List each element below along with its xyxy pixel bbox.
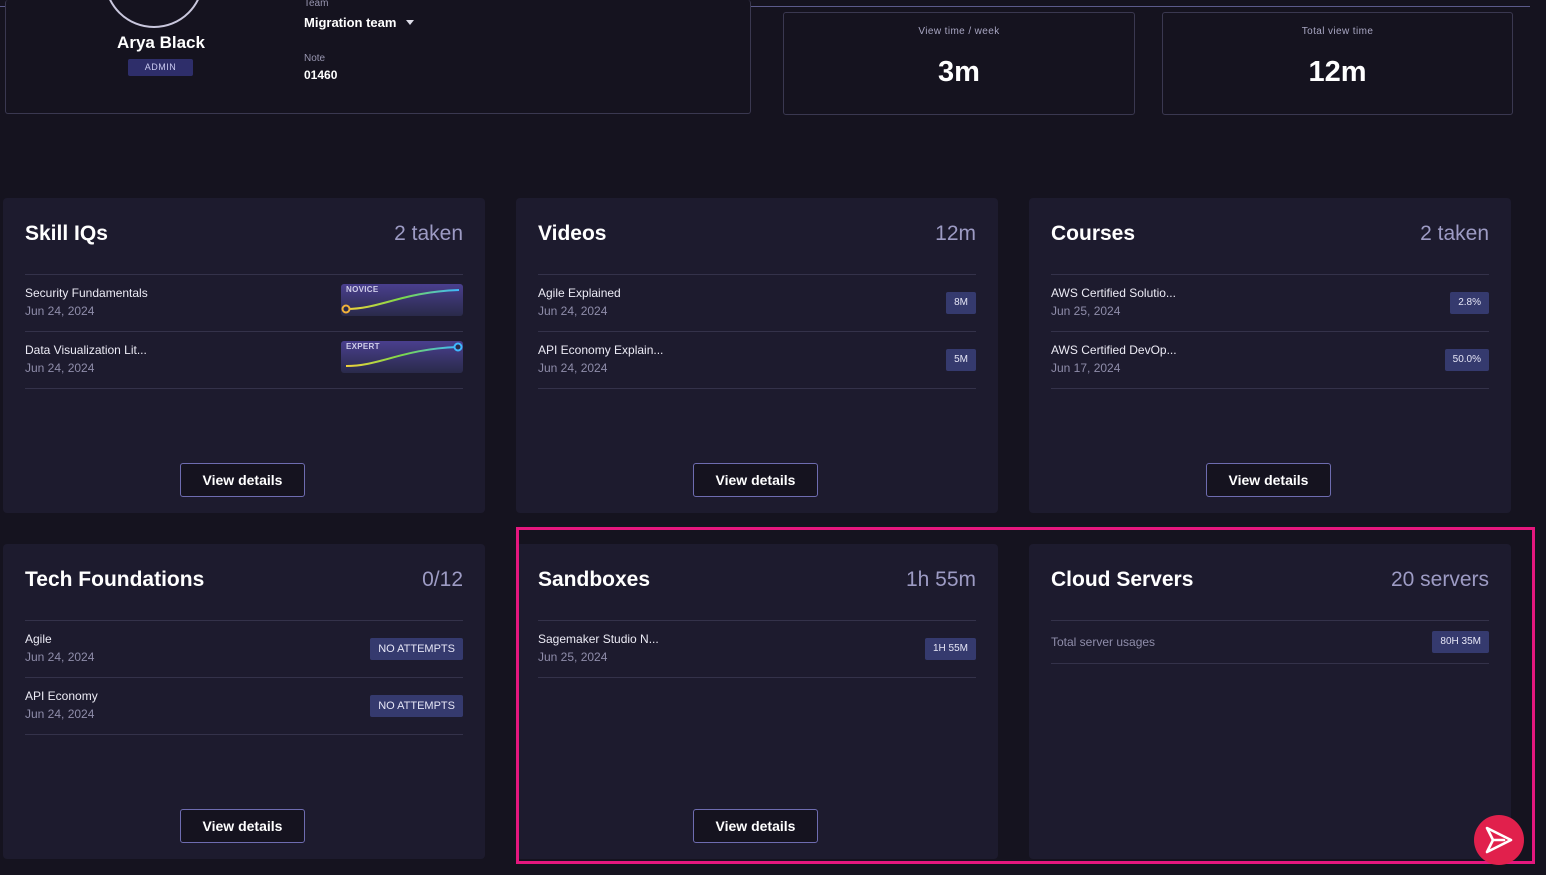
list-item[interactable]: AWS Certified DevOp... Jun 17, 2024 50.0… — [1051, 332, 1489, 389]
stat-view-time-week: View time / week 3m — [783, 12, 1135, 115]
status-badge: NO ATTEMPTS — [370, 695, 463, 717]
skill-iqs-card: Skill IQs 2 taken Security Fundamentals … — [3, 198, 485, 513]
item-name: Security Fundamentals — [25, 286, 148, 300]
view-details-button[interactable]: View details — [693, 809, 818, 843]
item-name: Data Visualization Lit... — [25, 343, 147, 357]
item-name: AWS Certified DevOp... — [1051, 343, 1177, 357]
profile-panel: Arya Black ADMIN Team Migration team Not… — [5, 0, 751, 114]
progress-badge: 2.8% — [1450, 292, 1489, 314]
list-item[interactable]: Data Visualization Lit... Jun 24, 2024 E… — [25, 332, 463, 389]
sandboxes-card: Sandboxes 1h 55m Sagemaker Studio N... J… — [516, 544, 998, 859]
card-summary: 2 taken — [1420, 222, 1489, 245]
card-title: Courses — [1051, 222, 1136, 245]
usage-label: Total server usages — [1051, 635, 1156, 649]
skill-level-chart: EXPERT — [341, 341, 463, 373]
tech-foundations-card: Tech Foundations 0/12 Agile Jun 24, 2024… — [3, 544, 485, 859]
card-title: Sandboxes — [538, 568, 651, 591]
view-details-button[interactable]: View details — [693, 463, 818, 497]
item-date: Jun 24, 2024 — [25, 707, 95, 721]
item-date: Jun 17, 2024 — [1051, 361, 1121, 375]
stat-label: Total view time — [1301, 26, 1374, 37]
skill-level-chart: NOVICE — [341, 284, 463, 316]
progress-badge: 50.0% — [1444, 349, 1489, 371]
usage-badge: 80H 35M — [1432, 631, 1489, 653]
item-name: API Economy — [25, 689, 98, 703]
view-details-button[interactable]: View details — [180, 809, 305, 843]
user-name: Arya Black — [117, 33, 205, 52]
list-item[interactable]: API Economy Explain... Jun 24, 2024 5M — [538, 332, 976, 389]
note-value: 01460 — [304, 68, 338, 82]
duration-badge: 1H 55M — [924, 638, 976, 660]
item-name: API Economy Explain... — [538, 343, 664, 357]
list-item[interactable]: AWS Certified Solutio... Jun 25, 2024 2.… — [1051, 275, 1489, 332]
view-details-button[interactable]: View details — [1206, 463, 1331, 497]
item-date: Jun 24, 2024 — [25, 650, 95, 664]
courses-card: Courses 2 taken AWS Certified Solutio...… — [1029, 198, 1511, 513]
item-date: Jun 24, 2024 — [25, 304, 95, 318]
chevron-down-icon[interactable] — [406, 20, 414, 25]
card-summary: 12m — [935, 222, 976, 245]
card-title: Videos — [538, 222, 607, 245]
list-item[interactable]: API Economy Jun 24, 2024 NO ATTEMPTS — [25, 678, 463, 735]
stat-value: 12m — [1308, 56, 1367, 88]
duration-badge: 5M — [946, 349, 976, 371]
item-name: Agile — [25, 632, 52, 646]
team-select[interactable]: Migration team — [304, 15, 396, 30]
item-date: Jun 24, 2024 — [538, 361, 608, 375]
item-date: Jun 24, 2024 — [538, 304, 608, 318]
card-summary: 1h 55m — [905, 568, 976, 591]
avatar — [104, 0, 204, 28]
note-label: Note — [304, 53, 326, 64]
card-summary: 20 servers — [1390, 568, 1489, 591]
item-date: Jun 25, 2024 — [1051, 304, 1121, 318]
item-name: Agile Explained — [538, 286, 621, 300]
item-name: AWS Certified Solutio... — [1051, 286, 1176, 300]
level-label: EXPERT — [346, 342, 380, 351]
item-date: Jun 24, 2024 — [25, 361, 95, 375]
list-item[interactable]: Agile Jun 24, 2024 NO ATTEMPTS — [25, 621, 463, 678]
action-fab-button[interactable] — [1474, 815, 1524, 865]
stat-value: 3m — [938, 56, 980, 88]
stat-total-view-time: Total view time 12m — [1162, 12, 1513, 115]
card-summary: 2 taken — [394, 222, 463, 245]
item-date: Jun 25, 2024 — [538, 650, 608, 664]
card-title: Tech Foundations — [25, 568, 205, 591]
level-label: NOVICE — [346, 285, 379, 294]
list-item[interactable]: Agile Explained Jun 24, 2024 8M — [538, 275, 976, 332]
list-item[interactable]: Security Fundamentals Jun 24, 2024 NOVIC… — [25, 275, 463, 332]
list-item[interactable]: Sagemaker Studio N... Jun 25, 2024 1H 55… — [538, 621, 976, 678]
skill-marker — [341, 304, 351, 314]
item-name: Sagemaker Studio N... — [538, 632, 659, 646]
play-arrow-icon — [1485, 826, 1513, 854]
card-summary: 0/12 — [422, 568, 463, 591]
videos-card: Videos 12m Agile Explained Jun 24, 2024 … — [516, 198, 998, 513]
card-title: Cloud Servers — [1051, 568, 1194, 591]
status-badge: NO ATTEMPTS — [370, 638, 463, 660]
skill-marker — [453, 342, 463, 352]
view-details-button[interactable]: View details — [180, 463, 305, 497]
stat-label: View time / week — [918, 26, 1000, 37]
list-item: Total server usages 80H 35M — [1051, 621, 1489, 664]
card-title: Skill IQs — [25, 222, 108, 245]
role-badge: ADMIN — [128, 59, 193, 76]
cloud-servers-card: Cloud Servers 20 servers Total server us… — [1029, 544, 1511, 859]
duration-badge: 8M — [946, 292, 976, 314]
team-label: Team — [304, 0, 329, 7]
